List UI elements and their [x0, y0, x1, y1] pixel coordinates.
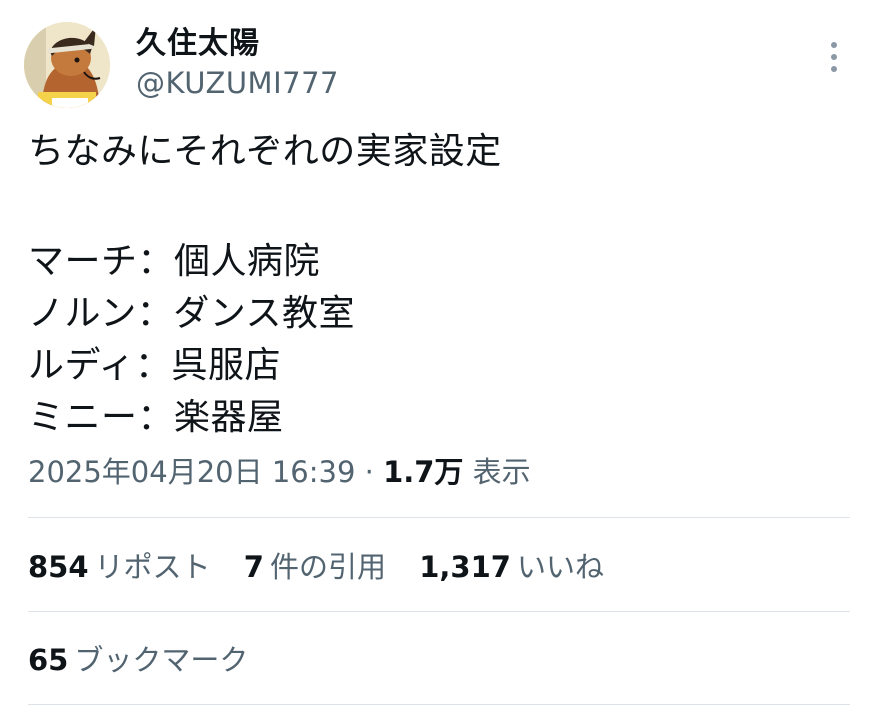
author-handle[interactable]: @KUZUMI777	[136, 64, 339, 102]
author-display-name[interactable]: 久住太陽	[136, 24, 260, 64]
avatar-illustration	[24, 22, 110, 108]
likes-stat[interactable]: 1,317 いいね	[419, 545, 604, 589]
bookmarks-count: 65	[28, 643, 69, 677]
likes-count: 1,317	[419, 550, 511, 584]
tweet-line: ノルン：ダンス教室	[28, 293, 356, 334]
tweet-line: ミニー：楽器屋	[28, 397, 284, 438]
tweet-line: ルディ：呉服店	[28, 345, 281, 386]
tweet-line: ちなみにそれぞれの実家設定	[28, 131, 502, 172]
avatar[interactable]	[24, 22, 110, 108]
views-label: 表示	[472, 455, 531, 489]
likes-label: いいね	[516, 550, 604, 584]
more-vertical-icon-dot	[831, 54, 837, 60]
tweet-line: マーチ：個人病院	[28, 241, 321, 282]
quotes-count: 7	[243, 550, 264, 584]
reposts-count: 854	[28, 550, 89, 584]
divider	[28, 704, 850, 705]
divider	[28, 517, 850, 518]
divider	[28, 611, 850, 612]
tweet-timestamp[interactable]: 2025年04月20日 16:39	[28, 455, 355, 489]
tweet-list: マーチ：個人病院 ノルン：ダンス教室 ルディ：呉服店 ミニー：楽器屋	[28, 236, 848, 444]
meta-separator: ·	[364, 455, 374, 489]
tweet-text: ちなみにそれぞれの実家設定 マーチ：個人病院 ノルン：ダンス教室 ルディ：呉服店…	[28, 126, 848, 444]
quotes-label: 件の引用	[269, 550, 386, 584]
more-vertical-icon-dot	[831, 66, 837, 72]
quotes-stat[interactable]: 7 件の引用	[244, 545, 386, 589]
reposts-label: リポスト	[94, 550, 211, 584]
tweet-meta: 2025年04月20日 16:39 · 1.7万 表示	[28, 450, 531, 494]
reposts-stat[interactable]: 854 リポスト	[28, 545, 211, 589]
bookmarks-label: ブックマーク	[74, 643, 249, 677]
more-options-button[interactable]	[820, 40, 848, 74]
more-vertical-icon	[831, 42, 837, 48]
views-count: 1.7万	[383, 455, 464, 489]
bookmarks-stat[interactable]: 65 ブックマーク	[28, 638, 272, 682]
engagement-stats: 854 リポスト 7 件の引用 1,317 いいね	[28, 545, 628, 589]
